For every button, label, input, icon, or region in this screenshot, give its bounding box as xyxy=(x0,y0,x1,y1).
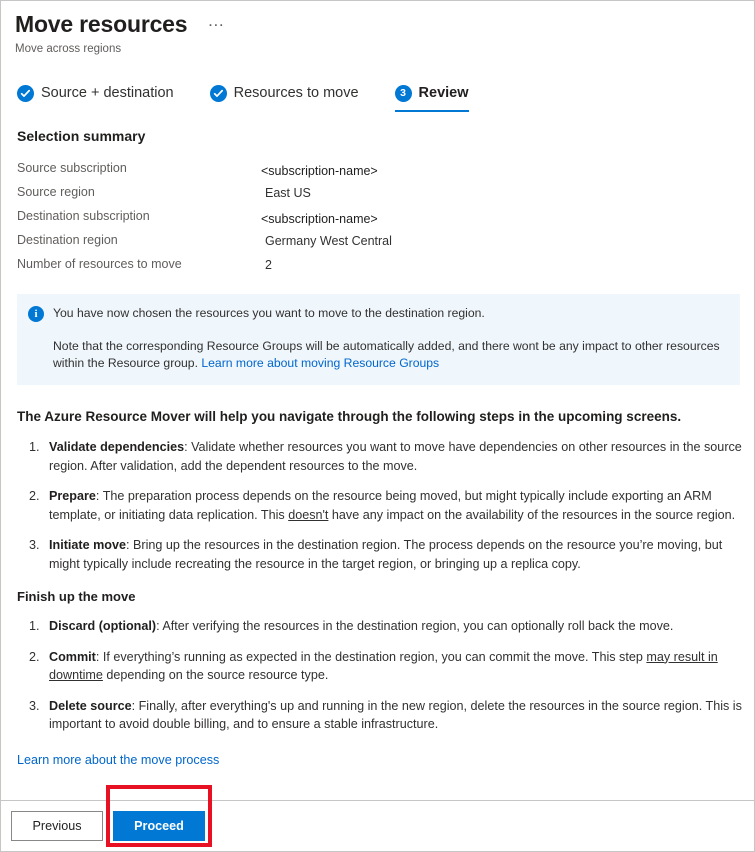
finish-up-heading: Finish up the move xyxy=(17,589,136,604)
info-banner-line2: Note that the corresponding Resource Gro… xyxy=(53,338,728,372)
summary-row: Destination subscription <subscription-n… xyxy=(17,204,754,228)
step-text: : Finally, after everything's up and run… xyxy=(49,698,742,732)
summary-row: Source region East US xyxy=(17,180,754,204)
info-icon: i xyxy=(28,306,44,322)
tab-label: Source + destination xyxy=(41,85,174,101)
check-circle-icon xyxy=(209,84,227,102)
list-item: Prepare: The preparation process depends… xyxy=(43,487,743,524)
selection-summary-table: Source subscription <subscription-name> … xyxy=(17,156,754,276)
more-options-icon[interactable]: … xyxy=(203,12,229,36)
proceed-button-wrapper: Proceed xyxy=(106,785,212,847)
previous-button[interactable]: Previous xyxy=(11,811,103,841)
panel-footer: Previous Proceed xyxy=(1,785,754,851)
summary-label: Number of resources to move xyxy=(17,257,182,271)
finish-steps-list: Discard (optional): After verifying the … xyxy=(17,617,743,734)
summary-row: Source subscription <subscription-name> xyxy=(17,156,754,180)
wizard-steps: Source + destination Resources to move 3… xyxy=(17,81,754,112)
step-term: Discard (optional) xyxy=(49,619,157,633)
step-number-badge: 3 xyxy=(394,84,412,102)
summary-value: Germany West Central xyxy=(265,234,392,248)
step-term: Initiate move xyxy=(49,538,126,552)
learn-more-move-process-link[interactable]: Learn more about the move process xyxy=(17,751,219,769)
step-text: : After verifying the resources in the d… xyxy=(156,619,674,633)
main-content: The Azure Resource Mover will help you n… xyxy=(17,407,743,769)
tab-review[interactable]: 3 Review xyxy=(394,81,483,112)
step-text: : If everything’s running as expected in… xyxy=(95,649,647,664)
summary-value: <subscription-name> xyxy=(261,212,378,226)
list-item: Commit: If everything’s running as expec… xyxy=(43,648,743,685)
panel-header: Move resources … Move across regions xyxy=(1,1,754,57)
step-text-tail: have any impact on the availability of t… xyxy=(328,507,736,522)
step-term: Delete source xyxy=(49,698,132,713)
move-resources-panel: Move resources … Move across regions Sou… xyxy=(0,0,755,852)
list-item: Initiate move: Bring up the resources in… xyxy=(43,536,743,573)
page-subtitle: Move across regions xyxy=(15,43,122,55)
title-row: Move resources … xyxy=(15,9,754,39)
page-title: Move resources xyxy=(15,11,188,37)
learn-more-resource-groups-link[interactable]: Learn more about moving Resource Groups xyxy=(201,356,439,370)
list-item: Discard (optional): After verifying the … xyxy=(43,617,743,636)
list-item: Delete source: Finally, after everything… xyxy=(43,697,743,734)
step-text: : Bring up the resources in the destinat… xyxy=(49,538,723,571)
summary-row: Number of resources to move 2 xyxy=(17,252,754,276)
upcoming-steps-list: Validate dependencies: Validate whether … xyxy=(17,438,743,573)
summary-label: Destination subscription xyxy=(17,209,150,223)
step-number: 3 xyxy=(400,86,406,99)
selection-summary-heading: Selection summary xyxy=(17,128,146,144)
step-term: Prepare xyxy=(49,489,96,503)
tab-label: Resources to move xyxy=(233,85,359,101)
summary-row: Destination region Germany West Central xyxy=(17,228,754,252)
tab-label: Review xyxy=(418,85,469,101)
step-emphasis: doesn't xyxy=(288,507,329,522)
check-circle-icon xyxy=(17,84,34,102)
step-term: Validate dependencies xyxy=(49,440,185,454)
summary-value: 2 xyxy=(265,258,272,272)
proceed-button[interactable]: Proceed xyxy=(113,811,205,841)
tab-resources-to-move[interactable]: Resources to move xyxy=(209,81,373,112)
list-item: Validate dependencies: Validate whether … xyxy=(43,438,743,475)
step-term: Commit xyxy=(49,649,96,664)
summary-label: Destination region xyxy=(17,233,118,247)
summary-label: Source subscription xyxy=(17,161,127,175)
summary-label: Source region xyxy=(17,185,95,199)
tab-source-destination[interactable]: Source + destination xyxy=(17,81,188,112)
info-banner-body: You have now chosen the resources you wa… xyxy=(53,305,728,372)
info-banner: i You have now chosen the resources you … xyxy=(17,294,740,385)
summary-value: East US xyxy=(265,186,311,200)
summary-value: <subscription-name> xyxy=(261,164,378,178)
step-text-tail: depending on the source resource type. xyxy=(102,668,329,682)
lead-paragraph: The Azure Resource Mover will help you n… xyxy=(17,409,682,424)
info-banner-line1: You have now chosen the resources you wa… xyxy=(53,306,485,320)
